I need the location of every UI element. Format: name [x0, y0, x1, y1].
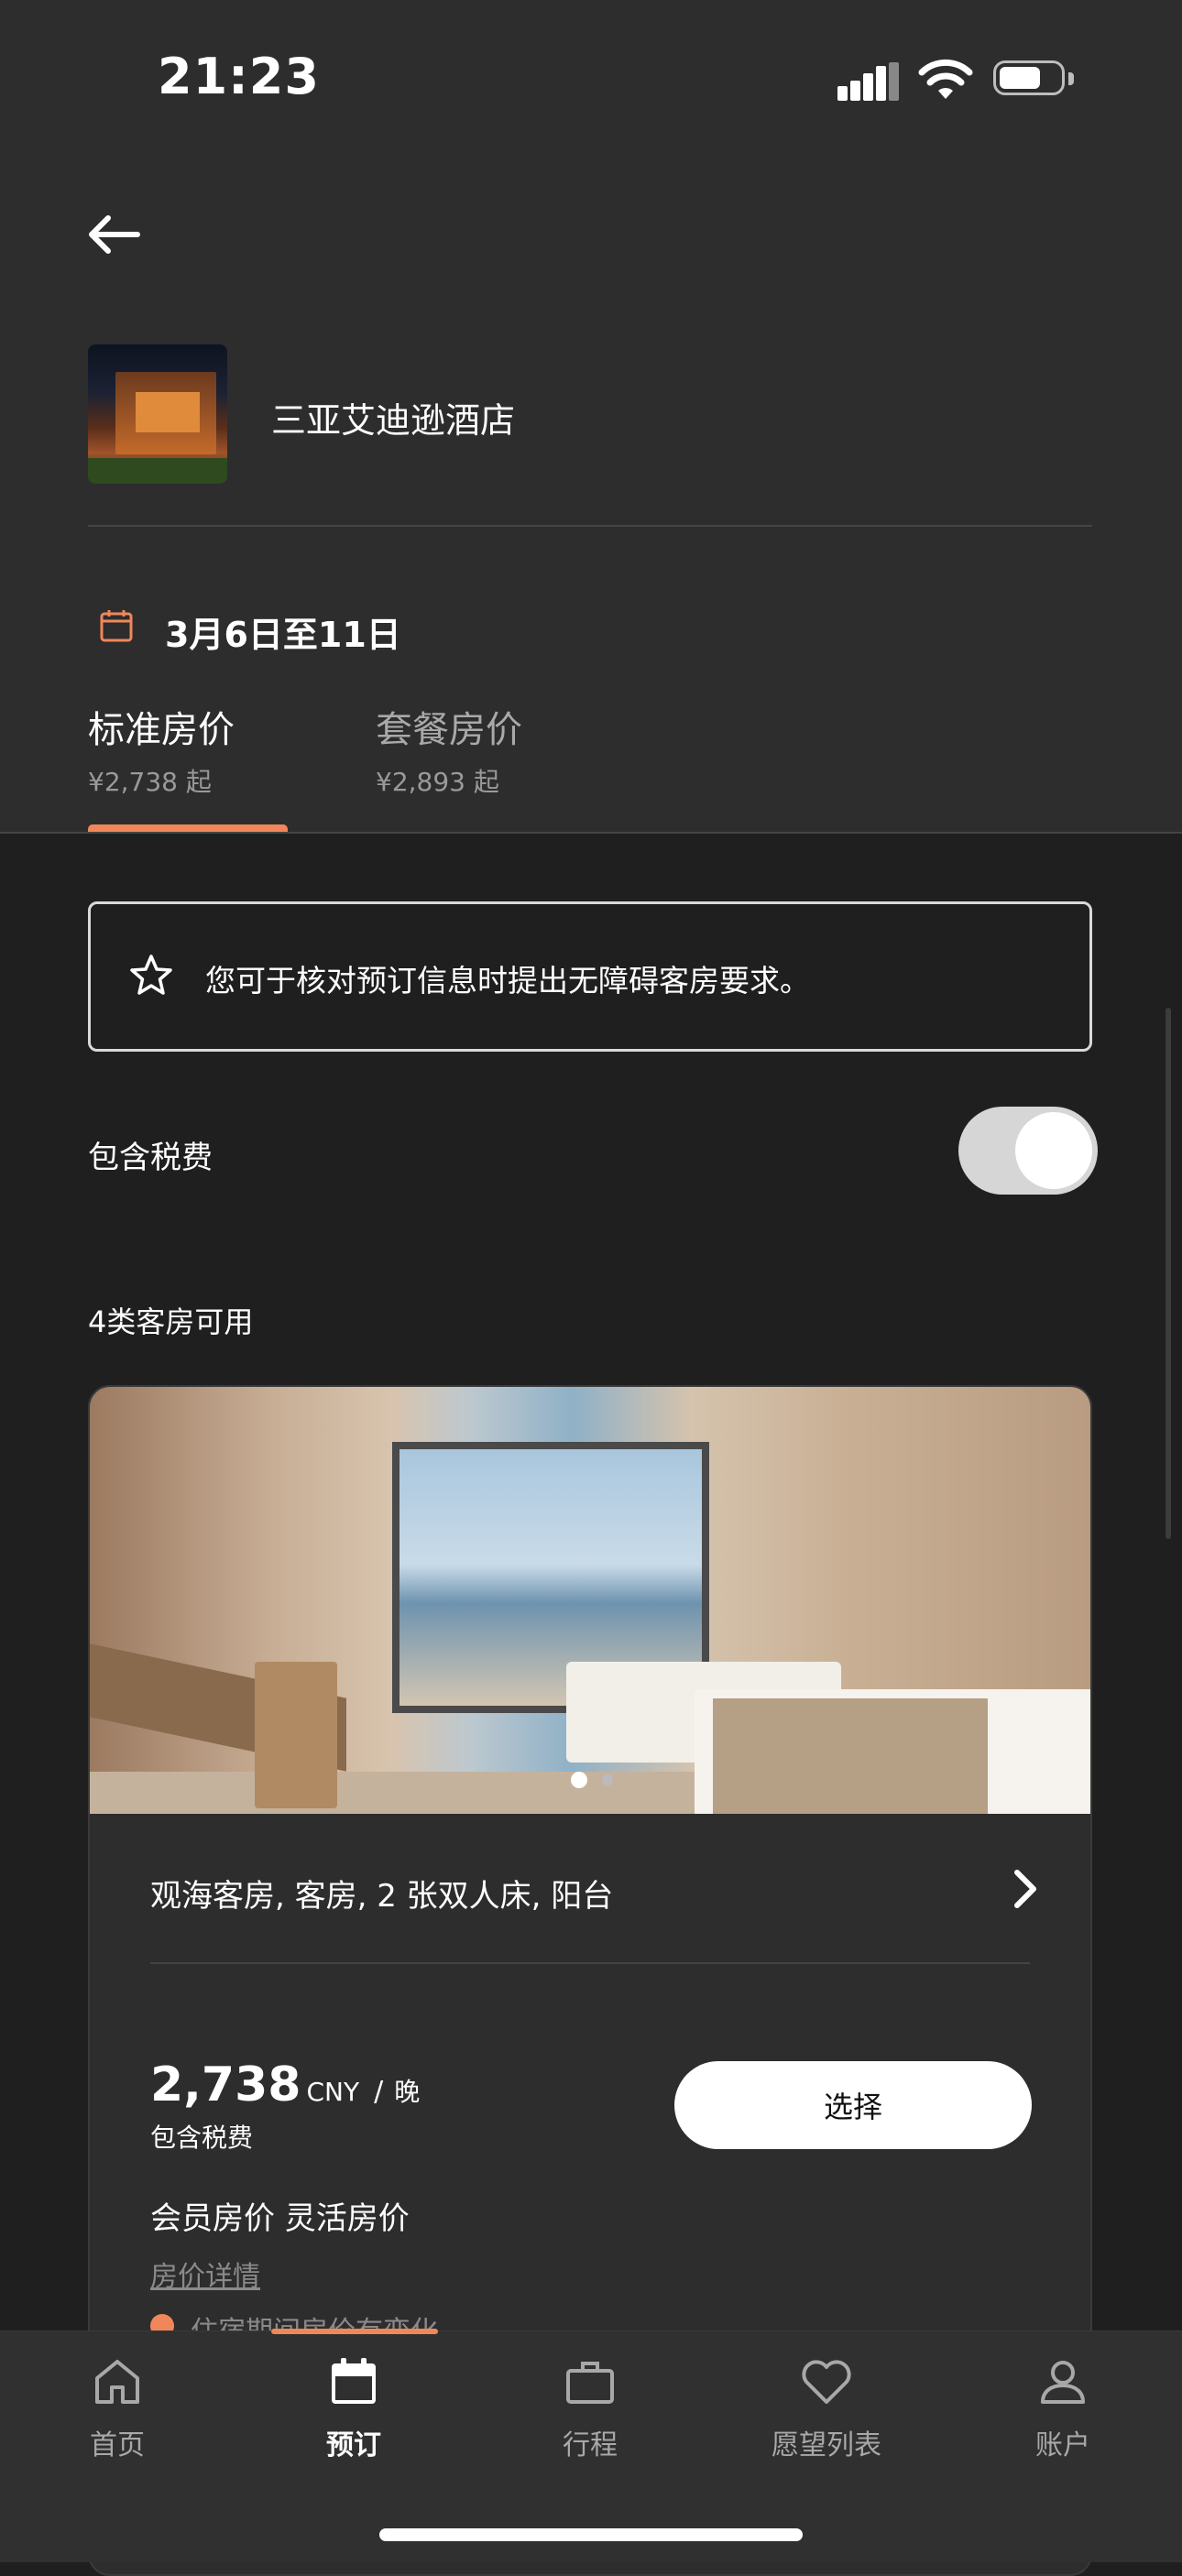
user-icon — [1041, 2361, 1085, 2404]
nav-home[interactable]: 首页 — [26, 2354, 209, 2462]
stay-dates[interactable]: 3月6日至11日 — [165, 606, 401, 657]
pagination-dot-active — [571, 1771, 587, 1788]
hotel-name: 三亚艾迪逊酒店 — [271, 400, 516, 441]
scroll-progress-indicator — [271, 2329, 438, 2334]
back-arrow-icon[interactable] — [82, 207, 147, 262]
price-currency: CNY — [306, 2077, 360, 2107]
heart-icon — [802, 2360, 851, 2404]
tax-toggle[interactable] — [958, 1107, 1098, 1195]
room-name[interactable]: 观海客房, 客房, 2 张双人床, 阳台 — [150, 1871, 613, 1916]
nav-label: 预订 — [326, 2429, 381, 2461]
nav-label: 行程 — [563, 2429, 618, 2461]
rooms-available-count: 4类客房可用 — [88, 1304, 254, 1339]
nav-trips[interactable]: 行程 — [498, 2354, 682, 2462]
home-icon — [95, 2360, 139, 2404]
tab-label: 套餐房价 — [376, 709, 522, 751]
price-separator: / — [374, 2076, 384, 2108]
price-tax-note: 包含税费 — [150, 2123, 254, 2153]
room-price: 2,738 CNY / 晚 — [150, 2058, 420, 2112]
star-icon — [130, 955, 172, 995]
select-room-button[interactable]: 选择 — [674, 2061, 1032, 2149]
tab-standard-rate[interactable]: 标准房价 ¥2,738 起 — [88, 700, 235, 799]
tax-toggle-label: 包含税费 — [88, 1140, 213, 1176]
wifi-icon — [918, 59, 973, 99]
price-unit: 晚 — [394, 2077, 421, 2107]
nav-wishlist[interactable]: 愿望列表 — [735, 2354, 918, 2462]
price-value: 2,738 — [150, 2058, 301, 2112]
briefcase-icon — [566, 2362, 614, 2404]
pagination-dot — [602, 1774, 613, 1785]
notice-text: 您可于核对预订信息时提出无障碍客房要求。 — [205, 963, 810, 999]
calendar-icon — [100, 610, 133, 642]
divider — [0, 832, 1182, 834]
battery-icon — [993, 60, 1078, 99]
home-indicator[interactable] — [379, 2528, 803, 2541]
divider — [150, 1962, 1030, 1964]
calendar-icon — [332, 2358, 376, 2404]
status-time: 21:23 — [158, 48, 320, 105]
toggle-knob — [1015, 1112, 1092, 1189]
hotel-thumbnail — [88, 344, 227, 484]
tab-label: 标准房价 — [88, 709, 235, 751]
rate-types: 会员房价 灵活房价 — [150, 2200, 410, 2237]
tab-package-rate[interactable]: 套餐房价 ¥2,893 起 — [376, 700, 522, 799]
cellular-signal-icon — [837, 62, 899, 101]
tab-price: ¥2,738 起 — [88, 767, 212, 797]
nav-label: 愿望列表 — [772, 2429, 881, 2461]
room-photo[interactable] — [90, 1387, 1090, 1814]
chevron-right-icon[interactable] — [1006, 1865, 1043, 1913]
nav-label: 账户 — [1035, 2429, 1090, 2461]
rate-details-link[interactable]: 房价详情 — [150, 2254, 260, 2294]
photo-pagination — [90, 1770, 1090, 1788]
nav-account[interactable]: 账户 — [971, 2354, 1155, 2462]
divider — [88, 525, 1092, 527]
nav-label: 首页 — [90, 2429, 145, 2461]
nav-booking[interactable]: 预订 — [262, 2354, 445, 2462]
scrollbar[interactable] — [1166, 1008, 1171, 1539]
tab-price: ¥2,893 起 — [376, 767, 499, 797]
